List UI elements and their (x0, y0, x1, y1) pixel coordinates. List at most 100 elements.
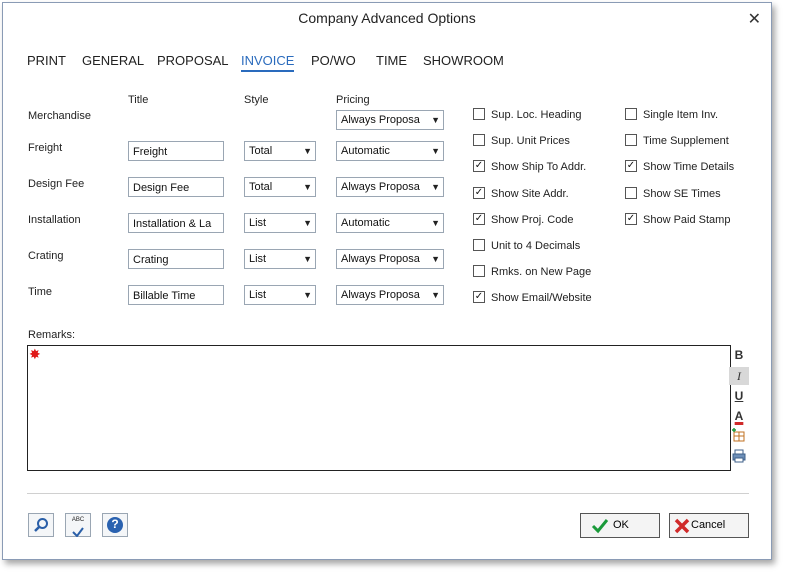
checked-box-icon: ✓ (473, 291, 485, 304)
chevron-down-icon: ▼ (303, 218, 312, 228)
close-button[interactable]: ✕ (748, 9, 761, 29)
underline-button[interactable]: U (729, 387, 749, 405)
left-checkbox-3[interactable]: ✓ Show Site Addr. (473, 186, 569, 200)
freight-style-value: Total (249, 145, 273, 157)
insert-table-button[interactable] (729, 428, 749, 446)
time-style-select[interactable]: List ▼ (244, 285, 316, 305)
help-button[interactable]: ? (102, 513, 128, 537)
left-checkbox-label: Show Site Addr. (491, 187, 569, 200)
crating-style-select[interactable]: List ▼ (244, 249, 316, 269)
design-fee-title-input[interactable]: Design Fee (128, 177, 224, 197)
crating-pricing-select[interactable]: Always Proposa ▼ (336, 249, 444, 269)
right-checkbox-label: Time Supplement (643, 135, 729, 148)
installation-pricing-value: Automatic (341, 217, 390, 229)
spell-check-button[interactable]: ABC (65, 513, 91, 538)
help-label: ? (111, 517, 119, 531)
right-checkbox-3[interactable]: Show SE Times (625, 186, 721, 200)
left-checkbox-label: Sup. Unit Prices (491, 135, 570, 148)
unchecked-box-icon (473, 265, 485, 278)
close-icon (674, 518, 690, 534)
chevron-down-icon: ▼ (431, 115, 440, 125)
bold-button[interactable]: B (729, 346, 749, 364)
row-label-design-fee: Design Fee (28, 178, 85, 190)
time-style-value: List (249, 289, 267, 301)
font-color-button[interactable]: A (729, 407, 749, 425)
freight-pricing-select[interactable]: Automatic ▼ (336, 141, 444, 161)
left-checkbox-0[interactable]: Sup. Loc. Heading (473, 108, 582, 121)
freight-style-select[interactable]: Total ▼ (244, 141, 316, 161)
remarks-textarea[interactable]: ✸ (27, 345, 731, 471)
merchandise-pricing-select[interactable]: Always Proposa ▼ (336, 110, 444, 130)
left-checkbox-1[interactable]: Sup. Unit Prices (473, 134, 570, 148)
right-checkbox-2[interactable]: ✓ Show Time Details (625, 160, 735, 174)
row-label-time: Time (28, 286, 53, 298)
cancel-label: Cancel (691, 519, 726, 531)
freight-title-input[interactable]: Freight (128, 141, 224, 161)
tab-po-wo[interactable]: PO/WO (311, 53, 356, 68)
time-title-input[interactable]: Billable Time (128, 285, 224, 305)
time-pricing-select[interactable]: Always Proposa ▼ (336, 285, 444, 305)
design-fee-style-value: Total (249, 181, 273, 193)
design-fee-pricing-select[interactable]: Always Proposa ▼ (336, 177, 444, 197)
merchandise-pricing-value: Always Proposa (341, 114, 420, 126)
left-checkbox-label: Show Proj. Code (491, 213, 574, 226)
tab-proposal[interactable]: PROPOSAL (157, 53, 229, 68)
chevron-down-icon: ▼ (303, 290, 312, 300)
design-fee-style-select[interactable]: Total ▼ (244, 177, 316, 197)
crating-pricing-value: Always Proposa (341, 253, 420, 265)
print-preview-button[interactable] (729, 449, 749, 467)
crating-title-input[interactable]: Crating (128, 249, 224, 269)
chevron-down-icon: ▼ (303, 182, 312, 192)
checked-box-icon: ✓ (473, 160, 485, 173)
left-checkbox-label: Sup. Loc. Heading (491, 109, 582, 121)
time-pricing-value: Always Proposa (341, 289, 420, 301)
left-checkbox-6[interactable]: Rmks. on New Page (473, 265, 592, 279)
left-checkbox-2[interactable]: ✓ Show Ship To Addr. (473, 160, 586, 173)
spell-check-abc-label: ABC (71, 517, 85, 523)
italic-button[interactable]: I (729, 367, 749, 385)
window-title: Company Advanced Options (298, 10, 476, 26)
left-checkbox-label: Rmks. on New Page (491, 266, 592, 279)
chevron-down-icon: ▼ (431, 290, 440, 300)
installation-pricing-select[interactable]: Automatic ▼ (336, 213, 444, 233)
chevron-down-icon: ▼ (431, 218, 440, 228)
right-checkbox-4[interactable]: ✓ Show Paid Stamp (625, 212, 731, 226)
tab-showroom[interactable]: SHOWROOM (423, 53, 504, 68)
right-checkbox-label: Show Time Details (643, 161, 735, 174)
installation-style-select[interactable]: List ▼ (244, 213, 316, 233)
unchecked-box-icon (473, 108, 485, 121)
chevron-down-icon: ▼ (431, 146, 440, 156)
search-icon (34, 518, 48, 532)
company-advanced-options-dialog: Company Advanced Options ✕ PRINT GENERAL… (2, 2, 772, 560)
right-checkbox-0[interactable]: Single Item Inv. (625, 108, 718, 121)
printer-icon (732, 449, 746, 463)
right-checkbox-label: Show SE Times (643, 187, 721, 200)
row-label-installation: Installation (28, 214, 81, 226)
unchecked-box-icon (473, 134, 485, 147)
right-checkbox-1[interactable]: Time Supplement (625, 134, 729, 148)
checked-box-icon: ✓ (473, 186, 485, 199)
tab-print[interactable]: PRINT (27, 53, 66, 68)
left-checkbox-7[interactable]: ✓ Show Email/Website (473, 291, 592, 305)
unchecked-box-icon (473, 239, 485, 252)
installation-title-input[interactable]: Installation & La (128, 213, 224, 233)
right-checkbox-label: Single Item Inv. (643, 109, 718, 121)
cancel-button[interactable]: Cancel (669, 513, 749, 538)
design-fee-pricing-value: Always Proposa (341, 181, 420, 193)
right-checkbox-label: Show Paid Stamp (643, 213, 731, 226)
left-checkbox-label: Show Email/Website (491, 292, 592, 305)
chevron-down-icon: ▼ (431, 254, 440, 264)
left-checkbox-5[interactable]: Unit to 4 Decimals (473, 239, 580, 252)
insert-table-icon (732, 428, 745, 442)
unchecked-box-icon (625, 134, 637, 147)
tab-invoice[interactable]: INVOICE (241, 53, 295, 72)
tab-general[interactable]: GENERAL (82, 53, 144, 68)
crating-style-value: List (249, 253, 267, 265)
ok-button[interactable]: OK (580, 513, 660, 538)
checked-box-icon: ✓ (625, 160, 637, 173)
tab-time[interactable]: TIME (376, 53, 407, 68)
search-button[interactable] (28, 513, 54, 537)
left-checkbox-4[interactable]: ✓ Show Proj. Code (473, 212, 574, 226)
remarks-label: Remarks: (28, 329, 76, 341)
checkmark-icon (591, 519, 609, 534)
